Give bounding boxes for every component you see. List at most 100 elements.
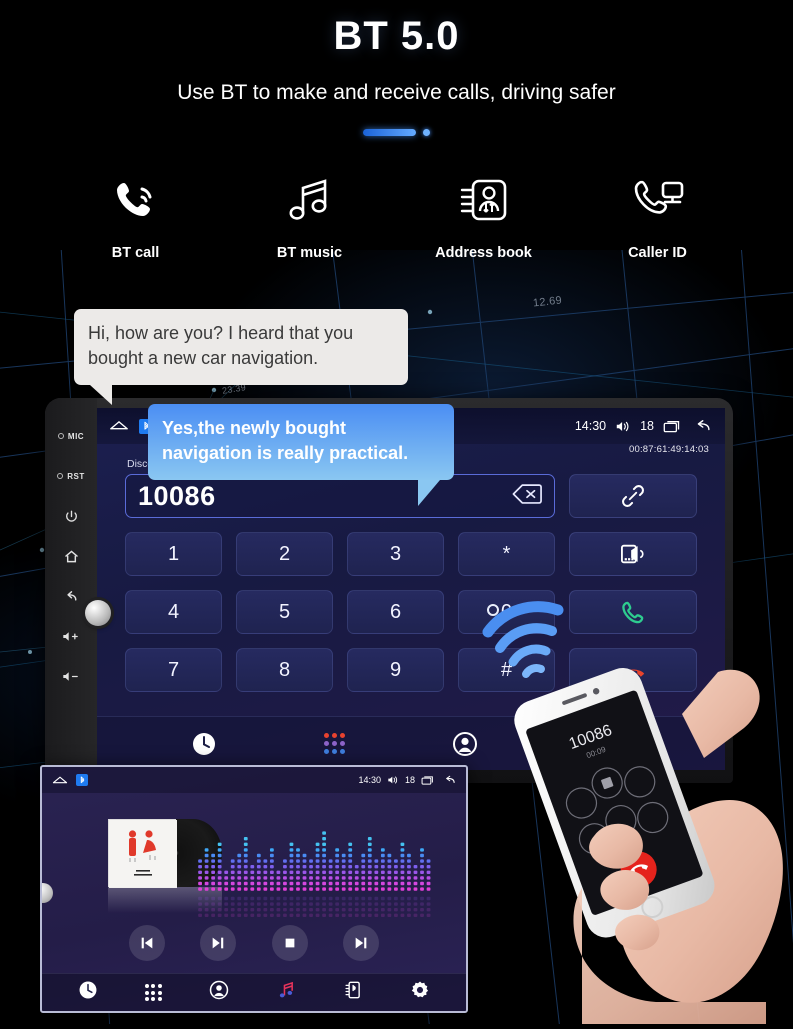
contacts-icon	[453, 731, 478, 756]
equalizer-visualizer	[198, 831, 431, 891]
phone-in-hand: 10086 00:09	[486, 640, 793, 1024]
bt-device-icon	[345, 981, 361, 999]
play-pause-button[interactable]	[200, 925, 237, 961]
stop-icon	[285, 938, 294, 948]
player-nav-bar	[42, 973, 466, 1011]
nav-recent-calls[interactable]	[191, 731, 217, 757]
previous-icon	[141, 937, 153, 949]
contacts-icon	[209, 980, 229, 1000]
home-outline-icon[interactable]	[109, 419, 129, 433]
key-9[interactable]: 9	[347, 648, 444, 692]
key-4[interactable]: 4	[125, 590, 222, 634]
backspace-icon[interactable]	[512, 483, 542, 510]
volume-icon	[388, 776, 398, 784]
previous-button[interactable]	[129, 925, 166, 961]
key-2[interactable]: 2	[236, 532, 333, 576]
home-icon	[64, 549, 78, 562]
nav-contacts[interactable]	[209, 980, 229, 1005]
transfer-audio-button[interactable]	[569, 532, 697, 576]
key-star[interactable]: *	[458, 532, 555, 576]
player-volume-level: 18	[404, 775, 415, 785]
dialpad-icon	[323, 733, 345, 754]
power-button[interactable]	[45, 496, 97, 536]
player-volume-knob[interactable]	[42, 883, 53, 903]
key-3[interactable]: 3	[347, 532, 444, 576]
head-unit-left-bezel: MIC RST	[45, 398, 97, 783]
play-pause-icon	[213, 937, 224, 949]
mic-dot-icon	[57, 433, 64, 439]
back-arrow-icon[interactable]	[441, 775, 456, 785]
home-button[interactable]	[45, 536, 97, 576]
volume-knob[interactable]	[85, 600, 111, 626]
bluetooth-icon[interactable]	[76, 774, 88, 786]
key-8[interactable]: 8	[236, 648, 333, 692]
volume-down-icon	[63, 671, 78, 681]
volume-up-icon	[63, 631, 78, 641]
album-art	[108, 819, 177, 888]
feature-label: BT music	[276, 245, 343, 261]
apps-grid-icon	[144, 984, 162, 1001]
stop-button[interactable]	[271, 925, 308, 961]
address-book-icon	[456, 165, 512, 235]
pagination-dot[interactable]	[423, 129, 430, 136]
rst-dot-icon	[57, 473, 64, 479]
power-icon	[65, 510, 77, 522]
nav-bt-device[interactable]	[343, 980, 363, 1005]
feature-bt-music: BT music	[251, 165, 369, 261]
call-icon	[621, 601, 643, 623]
reset-button[interactable]: RST	[45, 456, 97, 496]
feature-address-book: Address book	[425, 165, 543, 261]
feature-list: BT call BT music Address book Caller ID	[0, 165, 793, 261]
caller-id-icon	[630, 165, 686, 235]
volume-icon	[616, 421, 629, 431]
clock-icon	[192, 732, 215, 755]
bluetooth-mac-address: 00:87:61:49:14:03	[629, 444, 709, 455]
nav-apps[interactable]	[144, 984, 162, 1001]
bt-music-player: 14:30 18	[40, 765, 468, 1013]
feature-label: BT call	[111, 245, 160, 261]
player-status-time: 14:30	[358, 775, 381, 785]
key-6[interactable]: 6	[347, 590, 444, 634]
feature-caller-id: Caller ID	[599, 165, 717, 261]
home-outline-icon[interactable]	[52, 775, 68, 786]
volume-down-button[interactable]	[45, 656, 97, 696]
pagination-active-bar[interactable]	[363, 129, 416, 136]
connect-button[interactable]	[569, 474, 697, 518]
phone-call-icon	[109, 165, 163, 235]
music-note-icon	[283, 165, 337, 235]
nav-music[interactable]	[276, 980, 296, 1005]
speech-bubble-incoming: Hi, how are you? I heard that you bought…	[74, 309, 408, 405]
call-button[interactable]	[569, 590, 697, 634]
back-arrow-icon[interactable]	[691, 419, 711, 433]
feature-label: Address book	[435, 245, 532, 261]
page-title: BT 5.0	[333, 14, 460, 58]
nav-dialpad[interactable]	[323, 733, 345, 754]
next-button[interactable]	[342, 925, 379, 961]
status-time: 14:30	[574, 419, 607, 433]
link-icon	[622, 485, 644, 507]
back-icon	[66, 590, 76, 601]
nav-settings[interactable]	[410, 980, 430, 1005]
speech-bubble-outgoing: Yes,the newly bought navigation is reall…	[148, 404, 454, 506]
transfer-audio-icon	[621, 544, 644, 564]
volume-level: 18	[640, 419, 654, 433]
equalizer-reflection	[198, 896, 431, 917]
page-header: BT 5.0 Use BT to make and receive calls,…	[0, 0, 793, 136]
mic-indicator: MIC	[45, 416, 97, 456]
settings-gear-icon	[412, 981, 429, 998]
player-controls	[42, 925, 466, 961]
key-1[interactable]: 1	[125, 532, 222, 576]
key-5[interactable]: 5	[236, 590, 333, 634]
nav-recent-calls[interactable]	[78, 980, 98, 1005]
mic-label: MIC	[67, 431, 85, 441]
dialed-number-field[interactable]: 10086	[125, 474, 555, 518]
feature-label: Caller ID	[628, 245, 687, 261]
nav-contacts[interactable]	[452, 731, 478, 757]
carousel-pagination[interactable]	[0, 129, 793, 136]
clock-icon	[79, 981, 97, 999]
dialed-number-value: 10086	[138, 480, 216, 511]
page-subtitle: Use BT to make and receive calls, drivin…	[177, 81, 616, 104]
key-7[interactable]: 7	[125, 648, 222, 692]
recents-icon[interactable]	[421, 775, 435, 785]
recents-icon[interactable]	[663, 419, 682, 433]
